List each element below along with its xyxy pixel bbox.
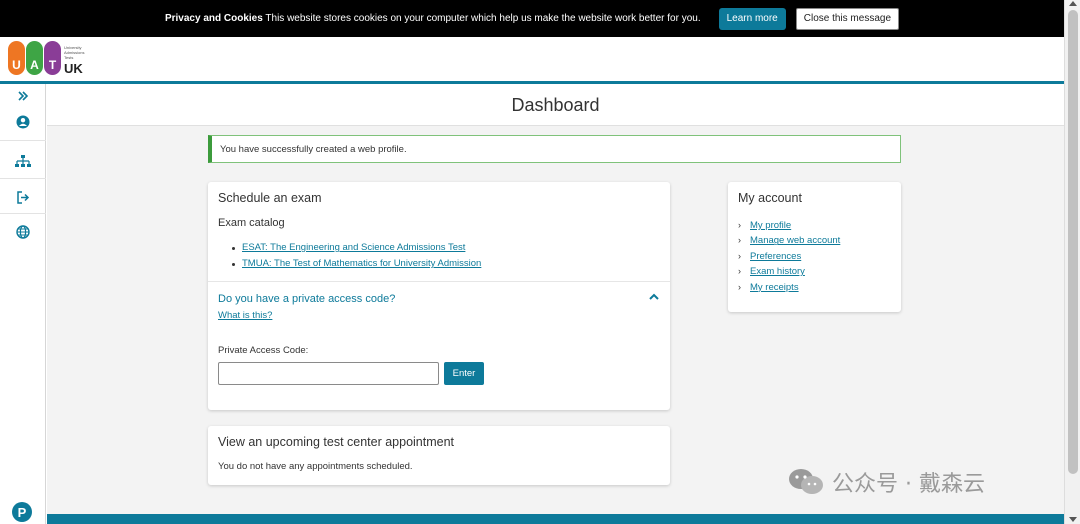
my-profile-link[interactable]: My profile <box>750 218 791 233</box>
private-access-toggle[interactable]: Do you have a private access code? <box>218 293 395 305</box>
preferences-link[interactable]: Preferences <box>750 249 801 264</box>
chevron-up-icon[interactable] <box>648 292 660 302</box>
chevron-right-icon: › <box>738 235 741 246</box>
logo-uk: UK <box>64 61 83 76</box>
logo-letter-t: T <box>44 41 61 75</box>
wechat-icon <box>789 469 823 494</box>
cookie-text: This website stores cookies on your comp… <box>265 13 701 24</box>
bullet-icon <box>232 246 235 250</box>
logo-text: University Admissions Tests UK <box>64 45 84 75</box>
side-nav: P <box>0 84 46 524</box>
pearson-logo-icon[interactable]: P <box>12 502 32 522</box>
main-content: Dashboard You have successfully created … <box>47 84 1064 514</box>
list-item: › My receipts <box>738 280 840 295</box>
chevron-right-icon: › <box>738 250 741 261</box>
list-item: › Preferences <box>738 249 840 264</box>
footer-band <box>47 514 1064 524</box>
site-header: U A T University Admissions Tests UK <box>0 37 1064 84</box>
watermark-text: 公众号 · 戴森云 <box>832 472 985 497</box>
enter-button[interactable]: Enter <box>444 362 484 385</box>
logo-letter-a: A <box>26 41 43 75</box>
scroll-thumb[interactable] <box>1068 10 1078 474</box>
logo-line-3: Tests <box>64 55 74 60</box>
sign-out-icon[interactable] <box>15 189 31 205</box>
account-links: › My profile › Manage web account › Prefere… <box>738 218 840 295</box>
no-appointments-text: You do not have any appointments schedul… <box>218 461 413 472</box>
sidebar-divider <box>0 213 46 214</box>
my-receipts-link[interactable]: My receipts <box>750 280 799 295</box>
exam-catalog-label: Exam catalog <box>218 217 285 229</box>
globe-icon[interactable] <box>15 224 31 240</box>
my-account-title: My account <box>738 191 802 205</box>
cookie-message: Privacy and Cookies This website stores … <box>165 13 701 24</box>
upcoming-appointment-title: View an upcoming test center appointment <box>218 435 455 449</box>
private-access-code-label: Private Access Code: <box>218 345 309 356</box>
scroll-up-arrow[interactable] <box>1069 1 1077 6</box>
my-account-card: My account › My profile › Manage web accou… <box>728 182 901 312</box>
upcoming-appointment-card: View an upcoming test center appointment… <box>208 426 670 485</box>
exam-link-esat[interactable]: ESAT: The Engineering and Science Admiss… <box>242 240 465 256</box>
chevron-right-icon: › <box>738 281 741 292</box>
list-item: TMUA: The Test of Mathematics for Univer… <box>232 256 481 272</box>
close-message-button[interactable]: Close this message <box>795 7 900 30</box>
uat-uk-logo[interactable]: U A T University Admissions Tests UK <box>8 41 84 75</box>
expand-icon[interactable] <box>15 88 31 104</box>
sidebar-divider <box>0 140 46 141</box>
sidebar-divider <box>0 178 46 179</box>
list-item: ESAT: The Engineering and Science Admiss… <box>232 240 481 256</box>
chevron-right-icon: › <box>738 220 741 230</box>
exam-catalog-list: ESAT: The Engineering and Science Admiss… <box>232 240 481 272</box>
manage-web-account-link[interactable]: Manage web account <box>750 233 840 248</box>
cookie-banner: Privacy and Cookies This website stores … <box>0 0 1064 37</box>
wechat-watermark: 公众号 · 戴森云 <box>788 466 985 498</box>
bullet-icon <box>232 262 235 266</box>
what-is-this-link[interactable]: What is this? <box>218 310 272 321</box>
page-scrollbar[interactable] <box>1064 0 1080 524</box>
list-item: › My profile <box>738 218 840 233</box>
private-access-code-input[interactable] <box>218 362 439 385</box>
chevron-right-icon: › <box>738 266 741 277</box>
logo-letter-u: U <box>8 41 25 75</box>
cookie-heading: Privacy and Cookies <box>164 13 263 24</box>
success-alert-text: You have successfully created a web prof… <box>220 143 407 155</box>
page-title: Dashboard <box>511 95 600 115</box>
list-item: › Exam history <box>738 264 840 279</box>
title-bar: Dashboard <box>47 84 1064 126</box>
sitemap-icon[interactable] <box>15 154 31 170</box>
list-item: › Manage web account <box>738 233 840 248</box>
schedule-exam-title: Schedule an exam <box>218 191 322 205</box>
scroll-down-arrow[interactable] <box>1069 517 1077 522</box>
card-divider <box>208 281 670 282</box>
exam-link-tmua[interactable]: TMUA: The Test of Mathematics for Univer… <box>242 256 481 272</box>
schedule-exam-card: Schedule an exam Exam catalog ESAT: The … <box>208 182 670 410</box>
learn-more-button[interactable]: Learn more <box>718 7 786 30</box>
user-icon[interactable] <box>15 114 31 130</box>
success-alert: You have successfully created a web prof… <box>208 135 901 163</box>
exam-history-link[interactable]: Exam history <box>750 264 805 279</box>
